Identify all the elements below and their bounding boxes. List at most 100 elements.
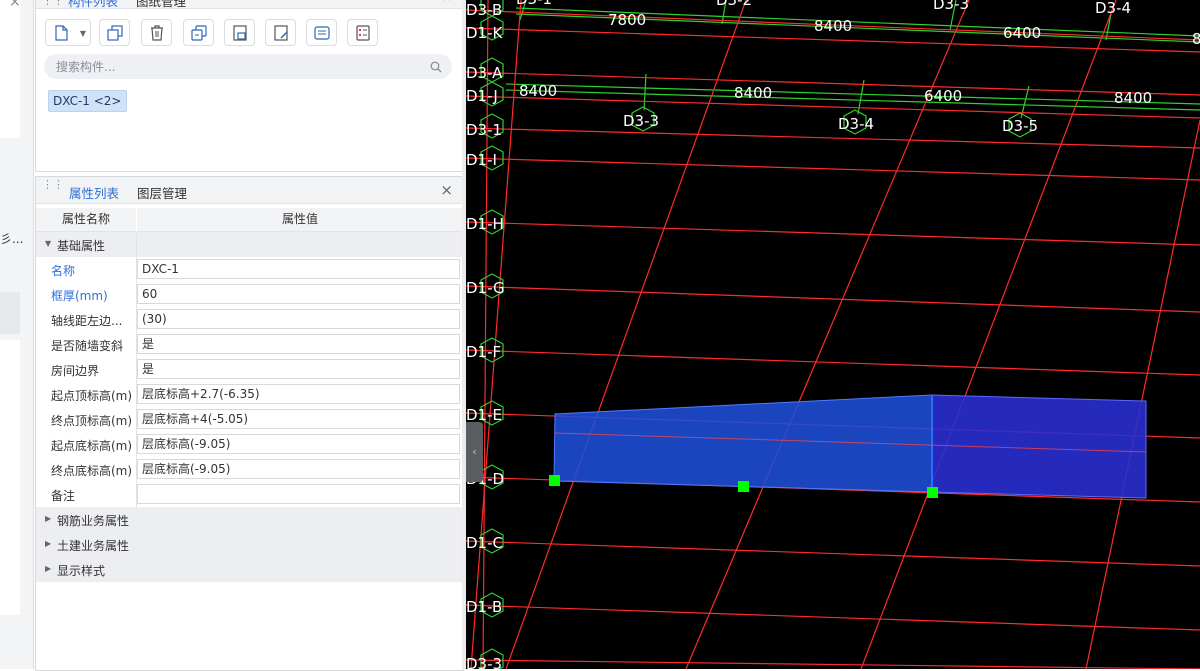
group-civil-properties[interactable]: ▶ 土建业务属性 xyxy=(36,532,463,557)
axis-line xyxy=(466,349,1200,376)
axis-label: D1-I xyxy=(466,151,497,169)
new-component-button[interactable]: ▼ xyxy=(45,19,91,46)
property-value-field[interactable] xyxy=(137,484,460,504)
property-name: 终点底标高(m) xyxy=(51,464,133,478)
left-panel-list-area-lower xyxy=(0,340,20,615)
left-panel-truncated-label: 彡... xyxy=(0,232,24,246)
property-name: 备注 xyxy=(51,489,76,503)
tab-drawing-management[interactable]: 图纸管理 xyxy=(136,0,186,10)
property-list-panel: 属性列表 图层管理 × ⋮⋮ 属性名称 属性值 ▼ 基础属性 名称 DXC-1 … xyxy=(35,176,464,671)
axis-label: D3-3 xyxy=(933,0,969,13)
drag-handle-icon[interactable]: ⋮⋮ xyxy=(42,179,64,196)
dimension-text: 6400 xyxy=(1003,24,1041,42)
axis-label: D3-3 xyxy=(466,655,502,669)
column-header-property-value: 属性值 xyxy=(137,208,463,232)
copy-from-button[interactable] xyxy=(224,19,255,46)
dimension-line xyxy=(505,83,1200,105)
axis-line xyxy=(466,540,1200,567)
property-name: 名称 xyxy=(51,264,76,278)
tab-property-list[interactable]: 属性列表 xyxy=(69,183,119,202)
property-name: 是否随墙变斜 xyxy=(51,339,124,353)
sort-button[interactable] xyxy=(265,19,296,46)
axis-label: D3-3 xyxy=(623,112,659,130)
panel-header: 属性列表 图层管理 × xyxy=(36,177,463,204)
axis-label: D1-F xyxy=(466,343,501,361)
chevron-right-icon: ▶ xyxy=(45,539,52,548)
group-label: 基础属性 xyxy=(57,239,106,253)
trash-icon xyxy=(151,25,163,41)
axis-line xyxy=(860,0,1117,669)
property-value-field[interactable]: 层底标高(-9.05) xyxy=(137,434,460,454)
wall-element[interactable] xyxy=(553,394,1147,499)
copy-button[interactable] xyxy=(99,19,130,46)
property-value-field[interactable]: 60 xyxy=(137,284,460,304)
axis-label: D1-K xyxy=(466,24,504,42)
axis-line xyxy=(466,659,1200,669)
search-icon[interactable] xyxy=(430,61,442,73)
dimension-text: 8 xyxy=(1192,30,1200,48)
axis-line xyxy=(1085,119,1200,669)
property-name: 房间边界 xyxy=(51,364,100,378)
property-name: 框厚(mm) xyxy=(51,289,108,303)
left-panel-list-area xyxy=(0,0,20,138)
property-name: 起点顶标高(m) xyxy=(51,389,133,403)
dimension-tick xyxy=(643,73,647,111)
component-list-panel: 构件列表 图纸管理 × ⋮⋮ ▼ DXC-1 <2> xyxy=(35,0,464,172)
delete-button[interactable] xyxy=(141,19,172,46)
property-sheet-button[interactable] xyxy=(347,19,378,46)
group-label: 土建业务属性 xyxy=(57,539,130,553)
property-value-field[interactable]: DXC-1 xyxy=(137,259,460,279)
close-icon[interactable]: × xyxy=(9,0,21,10)
drawing-viewport[interactable]: D3-B D1-K D3-A D1-J D3-1 D1-I D1-H D1-G … xyxy=(466,0,1200,669)
column-header-property-name: 属性名称 xyxy=(36,208,136,232)
group-basic-properties[interactable]: ▼ 基础属性 xyxy=(36,232,463,257)
property-value-field[interactable]: 层底标高+2.7(-6.35) xyxy=(137,384,460,404)
list-card-icon xyxy=(314,26,330,40)
grip-handle xyxy=(738,481,749,492)
axis-line xyxy=(466,604,1200,631)
property-row: 名称 DXC-1 xyxy=(36,257,463,282)
drag-handle-icon[interactable]: ⋮⋮ xyxy=(42,0,64,12)
axis-label: D3-4 xyxy=(1095,0,1131,17)
layer-copy-button[interactable] xyxy=(183,19,214,46)
close-icon[interactable]: × xyxy=(440,0,453,5)
property-row: 起点顶标高(m) 层底标高+2.7(-6.35) xyxy=(36,382,463,407)
grip-handle xyxy=(927,487,938,498)
axis-label: D1-G xyxy=(466,279,505,297)
property-sheet-icon xyxy=(356,25,370,41)
left-panel-selected-item[interactable] xyxy=(0,292,20,334)
group-rebar-properties[interactable]: ▶ 钢筋业务属性 xyxy=(36,507,463,532)
group-label: 钢筋业务属性 xyxy=(57,514,130,528)
filter-properties-button[interactable] xyxy=(306,19,337,46)
tab-layer-management[interactable]: 图层管理 xyxy=(137,183,187,202)
property-row: 终点顶标高(m) 层底标高+4(-5.05) xyxy=(36,407,463,432)
collapse-panel-button[interactable]: ‹ xyxy=(466,422,483,482)
property-row: 房间边界 是 xyxy=(36,357,463,382)
chevron-down-icon: ▼ xyxy=(45,239,52,248)
grip-handle xyxy=(549,475,560,486)
dimension-tick xyxy=(857,79,865,115)
drawing-canvas[interactable]: D3-B D1-K D3-A D1-J D3-1 D1-I D1-H D1-G … xyxy=(466,0,1200,669)
group-display-style[interactable]: ▶ 显示样式 xyxy=(36,557,463,582)
property-value-field[interactable]: (30) xyxy=(137,309,460,329)
axis-label: D1-B xyxy=(466,598,502,616)
property-value-field[interactable]: 层底标高+4(-5.05) xyxy=(137,409,460,429)
copy-icon xyxy=(107,25,123,41)
chevron-right-icon: ▶ xyxy=(45,514,52,523)
property-value-field[interactable]: 是 xyxy=(137,334,460,354)
close-icon[interactable]: × xyxy=(440,181,453,199)
dimension-text: 8400 xyxy=(734,84,772,102)
property-name: 轴线距左边... xyxy=(51,314,123,328)
property-value-field[interactable]: 层底标高(-9.05) xyxy=(137,459,460,479)
property-value-field[interactable]: 是 xyxy=(137,359,460,379)
axis-label: D3-A xyxy=(466,64,503,82)
import-icon xyxy=(233,25,247,41)
search-input[interactable] xyxy=(44,54,452,79)
tab-component-list[interactable]: 构件列表 xyxy=(68,0,118,10)
axis-line xyxy=(466,127,1200,149)
component-list-item[interactable]: DXC-1 <2> xyxy=(48,90,127,112)
property-row: 备注 xyxy=(36,482,463,507)
axis-line xyxy=(466,285,1200,313)
property-name: 起点底标高(m) xyxy=(51,439,133,453)
layer-copy-icon xyxy=(191,25,207,41)
